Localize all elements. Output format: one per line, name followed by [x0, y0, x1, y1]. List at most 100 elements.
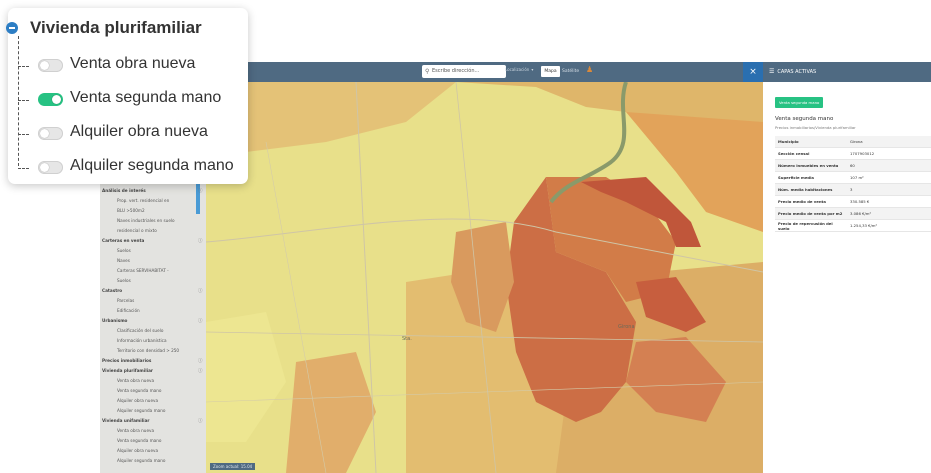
sidebar-layer-item[interactable]: Suelos: [117, 248, 131, 253]
sidebar-scroll-indicator[interactable]: [196, 182, 200, 214]
active-layers-panel: Venta segunda mano Venta segunda mano Pr…: [763, 82, 931, 473]
tree-branch: [18, 100, 29, 101]
info-icon[interactable]: ⓘ: [198, 358, 203, 364]
sidebar-layer-item[interactable]: Información urbanística: [117, 338, 167, 343]
detail-key: Sección censal: [775, 147, 847, 160]
sidebar-group-heading: Vivienda plurifamiliar: [102, 368, 153, 373]
sidebar-layer-item[interactable]: Alquiler segunda mano: [117, 408, 165, 413]
info-icon[interactable]: ⓘ: [198, 238, 203, 244]
sidebar-layer-item[interactable]: Alquiler segunda mano: [117, 458, 165, 463]
sidebar-layer-item[interactable]: Venta obra nueva: [117, 378, 154, 383]
sidebar-group-heading: Vivienda unifamiliar: [102, 418, 150, 423]
active-layer-tag[interactable]: Venta segunda mano: [775, 97, 824, 108]
map-place-label: Sta.: [402, 336, 412, 342]
sidebar-layer-item[interactable]: Naves: [117, 258, 130, 263]
sidebar-layer-item[interactable]: residencial o mixto: [117, 228, 157, 233]
info-icon[interactable]: ⓘ: [198, 188, 203, 194]
sidebar-layer-item[interactable]: Venta segunda mano: [117, 438, 161, 443]
sidebar-layer-item[interactable]: Edificación: [117, 308, 140, 313]
tree-branch: [18, 168, 29, 169]
legend-layer-item[interactable]: Venta segunda mano: [18, 88, 246, 112]
detail-row: Núm. media habitaciones 3: [775, 183, 931, 196]
layer-legend-popup: Vivienda plurifamiliar Venta obra nueva V…: [6, 8, 248, 184]
location-dropdown[interactable]: Localización ▾: [505, 67, 533, 72]
sidebar-group-heading: Precios inmobiliarios: [102, 358, 152, 363]
detail-key: Precio medio de venta por m2: [775, 207, 847, 220]
detail-table: Municipio Girona Sección censal 1707903012 N…: [775, 136, 931, 232]
sidebar-layer-item[interactable]: Clasificación del suelo: [117, 328, 163, 333]
sidebar-layer-item[interactable]: BLU >500m2: [117, 208, 145, 213]
sidebar-group-heading: Carteras en venta: [102, 238, 145, 243]
detail-key: Número inmuebles en venta: [775, 159, 847, 172]
detail-row: Número inmuebles en venta 60: [775, 159, 931, 172]
detail-row: Superficie media 107 m²: [775, 171, 931, 184]
search-icon: ⚲: [425, 68, 430, 75]
collapse-icon[interactable]: [6, 22, 18, 34]
legend-item-label: Alquiler segunda mano: [70, 157, 234, 174]
info-icon[interactable]: ⓘ: [198, 418, 203, 424]
toggle-knob: [40, 129, 49, 138]
address-search-input[interactable]: ⚲ Escribe dirección...: [422, 65, 506, 78]
detail-key: Superficie media: [775, 171, 847, 184]
detail-value: 60: [847, 159, 931, 172]
map-place-label: Girona: [618, 324, 635, 330]
layer-toggle-switch[interactable]: [38, 127, 63, 140]
legend-layer-item[interactable]: Alquiler obra nueva: [18, 122, 246, 146]
detail-subtitle: Precios inmobiliarios/Vivienda plurifami…: [775, 125, 856, 130]
detail-key: Precio medio de venta: [775, 195, 847, 208]
map-view-button[interactable]: Mapa: [541, 66, 560, 77]
detail-row: Municipio Girona: [775, 136, 931, 148]
sidebar-layer-item[interactable]: Alquiler obra nueva: [117, 398, 158, 403]
detail-row: Sección censal 1707903012: [775, 147, 931, 160]
legend-item-label: Venta obra nueva: [70, 55, 196, 72]
legend-item-label: Venta segunda mano: [70, 89, 222, 106]
layer-toggle-switch[interactable]: [38, 59, 63, 72]
choropleth-map[interactable]: Sta. Girona: [206, 82, 763, 473]
legend-layer-item[interactable]: Alquiler segunda mano: [18, 156, 246, 180]
legend-title: Vivienda plurifamiliar: [30, 18, 202, 37]
detail-key: Municipio: [775, 136, 847, 148]
sidebar-layer-item[interactable]: Prop. vert. residencial en: [117, 198, 169, 203]
detail-title: Venta segunda mano: [775, 116, 834, 122]
info-icon[interactable]: ⓘ: [198, 288, 203, 294]
detail-key: Precio de repercusión del suelo: [775, 219, 847, 232]
tree-branch: [18, 134, 29, 135]
layers-icon: ☰: [769, 68, 775, 75]
info-icon[interactable]: ⓘ: [198, 318, 203, 324]
layer-toggle-switch[interactable]: [38, 161, 63, 174]
sidebar-layer-item[interactable]: Parcelas: [117, 298, 134, 303]
sidebar-group-heading: Catastro: [102, 288, 123, 293]
active-layers-title: CAPAS ACTIVAS: [777, 69, 817, 75]
toggle-knob: [40, 61, 49, 70]
detail-row: Precio de repercusión del suelo 1.254,33 …: [775, 219, 931, 232]
sidebar-layer-item[interactable]: Suelos: [117, 278, 131, 283]
sidebar-layer-item[interactable]: Venta segunda mano: [117, 388, 161, 393]
detail-value: Girona: [847, 136, 931, 148]
detail-value: 3: [847, 183, 931, 196]
close-panel-button[interactable]: ×: [743, 62, 763, 82]
detail-value: 1.254,33 €/m²: [847, 219, 931, 232]
satellite-view-button[interactable]: Satélite: [562, 66, 579, 77]
sidebar-group-heading: Análisis de interés: [102, 188, 146, 193]
detail-value: 3.086 €/m²: [847, 207, 931, 220]
sidebar-layer-item[interactable]: Naves industriales en suelo: [117, 218, 175, 223]
toggle-knob: [52, 95, 61, 104]
layer-toggle-switch[interactable]: [38, 93, 63, 106]
legend-item-label: Alquiler obra nueva: [70, 123, 208, 140]
street-view-pegman-icon[interactable]: ♟: [586, 65, 593, 74]
search-placeholder: Escribe dirección...: [432, 68, 480, 74]
map-canvas[interactable]: Sta. Girona Zoom actual: 15.04: [206, 82, 763, 473]
active-layers-header: ☰ CAPAS ACTIVAS: [763, 62, 931, 82]
tree-branch: [18, 66, 29, 67]
legend-layer-item[interactable]: Venta obra nueva: [18, 54, 246, 78]
sidebar-group-heading: Urbanismo: [102, 318, 128, 323]
detail-value: 330.585 €: [847, 195, 931, 208]
sidebar-layer-item[interactable]: Venta obra nueva: [117, 428, 154, 433]
chevron-down-icon: ▾: [531, 67, 534, 72]
sidebar-layer-item[interactable]: Carteras SERVIHABITAT -: [117, 268, 169, 273]
detail-key: Núm. media habitaciones: [775, 183, 847, 196]
info-icon[interactable]: ⓘ: [198, 368, 203, 374]
detail-value: 107 m²: [847, 171, 931, 184]
sidebar-layer-item[interactable]: Alquiler obra nueva: [117, 448, 158, 453]
sidebar-layer-item[interactable]: Territorio con densidad > 250: [117, 348, 179, 353]
